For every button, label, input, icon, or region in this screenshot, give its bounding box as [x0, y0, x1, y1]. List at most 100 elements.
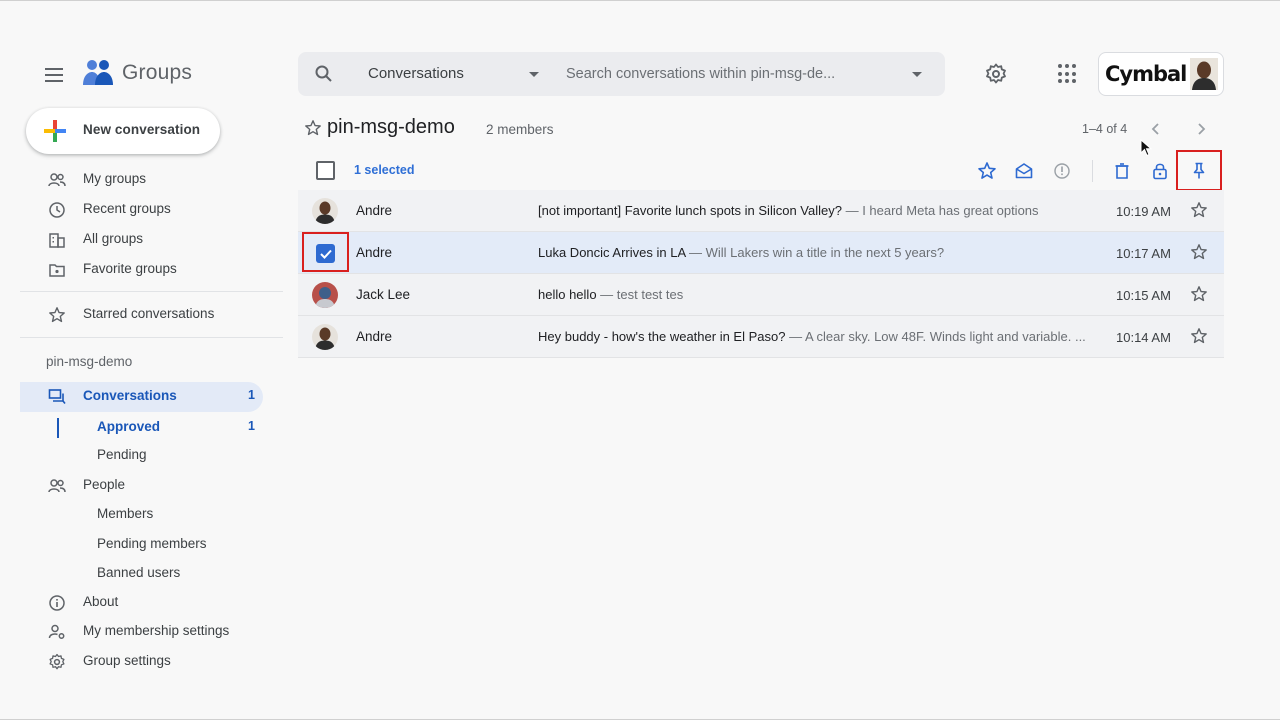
conversation-time: 10:17 AM	[1116, 246, 1171, 261]
conversations-icon	[48, 389, 66, 404]
star-icon[interactable]	[977, 161, 997, 181]
sidebar-item-label: My groups	[83, 171, 147, 186]
conversation-subject: Luka Doncic Arrives in LA — Will Lakers …	[538, 245, 944, 260]
sidebar-item-label: Banned users	[97, 565, 181, 580]
subject-text: Luka Doncic Arrives in LA	[538, 245, 686, 260]
select-all-checkbox[interactable]	[316, 161, 335, 180]
sidebar-divider	[20, 291, 283, 292]
sidebar-item-pending-members[interactable]: Pending members	[20, 530, 263, 558]
sidebar-item-recent-groups[interactable]: Recent groups	[20, 195, 263, 223]
sidebar-item-about[interactable]: About	[20, 588, 263, 616]
apps-grid-icon[interactable]	[1058, 64, 1078, 84]
conversation-snippet: — test test tes	[596, 287, 684, 302]
conversation-author: Andre	[356, 203, 393, 218]
sidebar-item-people[interactable]: People	[20, 471, 263, 499]
sidebar-item-my-groups[interactable]: My groups	[20, 165, 263, 193]
lock-icon[interactable]	[1150, 161, 1170, 181]
sidebar-item-label: All groups	[83, 231, 144, 246]
star-icon	[49, 307, 65, 323]
conversation-row[interactable]: Andre Hey buddy - how's the weather in E…	[298, 316, 1224, 358]
star-icon[interactable]	[1190, 285, 1208, 303]
current-group-name: pin-msg-demo	[46, 354, 133, 369]
sidebar-item-label: Recent groups	[83, 201, 171, 216]
subject-text: Hey buddy - how's the weather in El Paso…	[538, 329, 786, 344]
new-conversation-label: New conversation	[83, 122, 201, 137]
sidebar-item-members[interactable]: Members	[20, 500, 263, 528]
sidebar-item-group-settings[interactable]: Group settings	[20, 647, 263, 675]
subject-text: hello hello	[538, 287, 597, 302]
page-title: pin-msg-demo	[327, 116, 455, 138]
sidebar-item-label: People	[83, 477, 126, 492]
search-bar[interactable]: Conversations	[298, 52, 945, 96]
star-icon[interactable]	[1190, 201, 1208, 219]
search-scope-select[interactable]: Conversations	[368, 65, 464, 82]
groups-logo[interactable]: Groups	[82, 58, 192, 88]
app-name: Groups	[122, 61, 193, 84]
selected-checkbox-highlight	[302, 232, 349, 272]
toolbar-divider	[1092, 160, 1093, 182]
avatar	[312, 198, 338, 224]
report-icon[interactable]	[1052, 161, 1072, 181]
star-icon[interactable]	[1190, 327, 1208, 345]
search-options-icon[interactable]	[912, 72, 922, 77]
conversation-snippet: — I heard Meta has great options	[841, 203, 1039, 218]
sidebar-item-label: Conversations	[83, 388, 177, 403]
conversation-time: 10:19 AM	[1116, 204, 1171, 219]
members-count[interactable]: 2 members	[486, 122, 554, 137]
my-groups-icon	[48, 173, 66, 187]
search-icon[interactable]	[314, 64, 334, 84]
settings-gear-icon[interactable]	[984, 62, 1008, 86]
conversation-subject: hello hello — test test tes	[538, 287, 683, 302]
brand-logo: Cymbal	[1105, 62, 1187, 86]
chevron-right-icon[interactable]	[1193, 121, 1209, 137]
folder-star-icon	[49, 264, 65, 277]
subject-text: [not important] Favorite lunch spots in …	[538, 203, 842, 218]
conversation-row[interactable]: Jack Lee hello hello — test test tes 10:…	[298, 274, 1224, 316]
sidebar-item-label: Group settings	[83, 653, 171, 668]
new-conversation-button[interactable]: New conversation	[26, 108, 220, 154]
scope-dropdown-icon[interactable]	[529, 72, 539, 77]
conversation-row[interactable]: Andre Luka Doncic Arrives in LA — Will L…	[298, 232, 1224, 274]
sidebar-item-approved[interactable]: Approved 1	[20, 413, 263, 441]
sidebar-divider	[20, 337, 283, 338]
conversation-author: Andre	[356, 329, 393, 344]
mouse-cursor-icon	[1140, 139, 1152, 157]
approved-count: 1	[248, 419, 255, 433]
account-switcher[interactable]: Cymbal	[1098, 52, 1224, 96]
sidebar-item-membership-settings[interactable]: My membership settings	[20, 617, 263, 645]
sidebar-item-label: Pending members	[97, 536, 207, 551]
people-icon	[48, 479, 66, 493]
sidebar-item-label: Approved	[97, 419, 161, 434]
conversation-snippet: — Will Lakers win a title in the next 5 …	[685, 245, 945, 260]
pagination-range: 1–4 of 4	[1082, 122, 1128, 136]
building-icon	[49, 233, 65, 248]
conversation-subject: Hey buddy - how's the weather in El Paso…	[538, 329, 1086, 344]
sidebar-item-conversations[interactable]: Conversations 1	[20, 382, 263, 412]
avatar	[312, 324, 338, 350]
conversation-author: Andre	[356, 245, 393, 260]
conversation-time: 10:15 AM	[1116, 288, 1171, 303]
sidebar-item-banned-users[interactable]: Banned users	[20, 559, 263, 587]
search-input[interactable]	[566, 62, 906, 86]
account-avatar	[1190, 58, 1219, 90]
sidebar-item-label: My membership settings	[83, 623, 230, 638]
avatar	[312, 282, 338, 308]
sidebar-item-favorite-groups[interactable]: Favorite groups	[20, 255, 263, 283]
sidebar-item-label: Members	[97, 506, 154, 521]
star-icon[interactable]	[1190, 243, 1208, 261]
conversation-time: 10:14 AM	[1116, 330, 1171, 345]
conversation-row[interactable]: Andre [not important] Favorite lunch spo…	[298, 190, 1224, 232]
sidebar-item-pending[interactable]: Pending	[20, 441, 263, 469]
pin-button-highlight	[1176, 150, 1222, 191]
sidebar-item-label: About	[83, 594, 119, 609]
sidebar-item-all-groups[interactable]: All groups	[20, 225, 263, 253]
sidebar-item-starred-conversations[interactable]: Starred conversations	[20, 300, 263, 328]
mark-unread-icon[interactable]	[1014, 161, 1034, 181]
main-menu-icon[interactable]	[40, 63, 68, 87]
person-settings-icon	[48, 624, 65, 639]
delete-icon[interactable]	[1112, 161, 1132, 181]
sidebar-item-label: Favorite groups	[83, 261, 177, 276]
conversation-list: Andre [not important] Favorite lunch spo…	[298, 190, 1224, 358]
favorite-group-star-icon[interactable]	[304, 119, 322, 137]
chevron-left-icon[interactable]	[1148, 121, 1164, 137]
